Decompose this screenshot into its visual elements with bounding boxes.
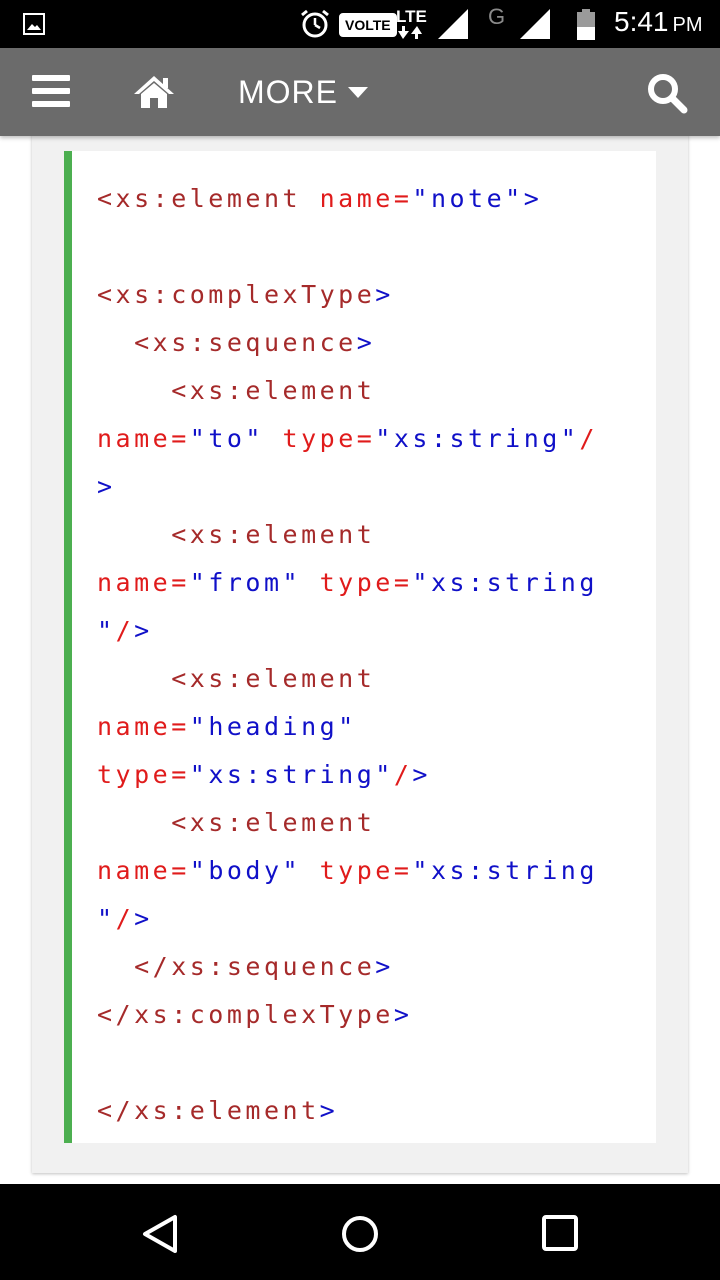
code-token: "	[97, 904, 116, 933]
status-bar: VOLTE LTE G 5:41 PM	[0, 0, 720, 48]
code-token: "xs:string	[412, 856, 598, 885]
code-token: >	[523, 184, 543, 213]
data-arrows-icon	[398, 26, 422, 39]
signal-icon	[520, 9, 550, 39]
battery-icon	[577, 9, 595, 40]
code-listing: <xs:element name="note"> <xs:complexType…	[97, 175, 598, 1135]
code-line: <xs:element	[97, 655, 598, 703]
caret-down-icon	[348, 87, 368, 98]
code-token: type=	[97, 760, 190, 789]
code-token: "xs:string"	[375, 424, 580, 453]
code-line: type="xs:string"/>	[97, 751, 598, 799]
code-token: type=	[301, 568, 413, 597]
code-token: "note"	[412, 184, 524, 213]
code-line: </xs:complexType>	[97, 991, 598, 1039]
back-icon[interactable]	[141, 1214, 179, 1254]
network-type-label: G	[488, 4, 506, 29]
code-token: </xs:complexType	[97, 1000, 394, 1029]
code-token: <xs:complexType	[97, 280, 376, 309]
code-token: <xs:element	[97, 808, 376, 837]
code-line: >	[97, 463, 598, 511]
code-line: "/>	[97, 895, 598, 943]
code-token: name=	[97, 568, 190, 597]
lte-label: LTE	[396, 7, 427, 26]
code-line: <xs:sequence>	[97, 319, 598, 367]
code-line: name="to" type="xs:string"/	[97, 415, 598, 463]
home-icon[interactable]	[132, 74, 176, 110]
code-token: "body"	[189, 856, 302, 885]
code-token: /	[115, 904, 135, 933]
code-token: >	[134, 904, 153, 933]
image-icon	[23, 13, 45, 35]
code-token: "heading"	[189, 712, 357, 741]
code-token: "xs:string	[412, 568, 598, 597]
code-line: <xs:element	[97, 367, 598, 415]
clock-time: 5:41	[614, 6, 669, 37]
code-line: <xs:element	[97, 511, 598, 559]
home-circle-icon[interactable]	[340, 1214, 380, 1254]
code-token: >	[393, 1000, 413, 1029]
code-token: >	[319, 1096, 339, 1125]
more-label: MORE	[238, 73, 338, 110]
code-token: <xs:element	[97, 376, 376, 405]
code-line: </xs:sequence>	[97, 943, 598, 991]
code-line: <xs:element	[97, 799, 598, 847]
code-line: <xs:element name="note">	[97, 175, 598, 223]
code-token: >	[412, 760, 431, 789]
code-token: "	[97, 616, 116, 645]
code-token: >	[134, 616, 153, 645]
code-line: name="heading"	[97, 703, 598, 751]
code-token: </xs:element	[97, 1096, 320, 1125]
code-token: /	[115, 616, 135, 645]
menu-icon[interactable]	[32, 75, 70, 107]
status-clock: 5:41 PM	[614, 6, 703, 38]
signal-icon	[438, 9, 468, 39]
code-line: name="from" type="xs:string	[97, 559, 598, 607]
code-token: /	[393, 760, 413, 789]
code-line: </xs:element>	[97, 1087, 598, 1135]
code-token: name=	[97, 856, 190, 885]
volte-badge: VOLTE	[339, 13, 397, 37]
code-token: "xs:string"	[189, 760, 394, 789]
content-area: <xs:element name="note"> <xs:complexType…	[0, 136, 720, 1184]
code-token: </xs:sequence	[97, 952, 376, 981]
code-token: >	[356, 328, 376, 357]
example-card: <xs:element name="note"> <xs:complexType…	[32, 136, 688, 1173]
code-token: "from"	[189, 568, 302, 597]
code-token: <xs:element	[97, 664, 376, 693]
code-token: <xs:element	[97, 520, 376, 549]
app-toolbar: MORE	[0, 48, 720, 136]
code-block: <xs:element name="note"> <xs:complexType…	[64, 151, 656, 1143]
code-token: <xs:sequence	[97, 328, 357, 357]
lte-indicator: LTE	[396, 6, 432, 42]
search-icon[interactable]	[646, 72, 688, 114]
code-token: >	[375, 952, 394, 981]
clock-ampm: PM	[672, 14, 703, 36]
code-line: "/>	[97, 607, 598, 655]
code-token: type=	[301, 856, 413, 885]
code-token: >	[375, 280, 394, 309]
code-token: name=	[97, 712, 190, 741]
code-line: name="body" type="xs:string	[97, 847, 598, 895]
code-token: type=	[263, 424, 376, 453]
code-token: name=	[97, 424, 190, 453]
more-dropdown-button[interactable]: MORE	[238, 70, 368, 114]
code-token: <xs:element	[97, 184, 320, 213]
navigation-bar	[0, 1184, 720, 1280]
code-token: name=	[319, 184, 413, 213]
recents-icon[interactable]	[542, 1215, 578, 1251]
alarm-icon	[301, 9, 329, 38]
code-line: <xs:complexType>	[97, 271, 598, 319]
code-token: >	[97, 472, 116, 501]
code-token: /	[579, 424, 598, 453]
code-token: "to"	[189, 424, 264, 453]
